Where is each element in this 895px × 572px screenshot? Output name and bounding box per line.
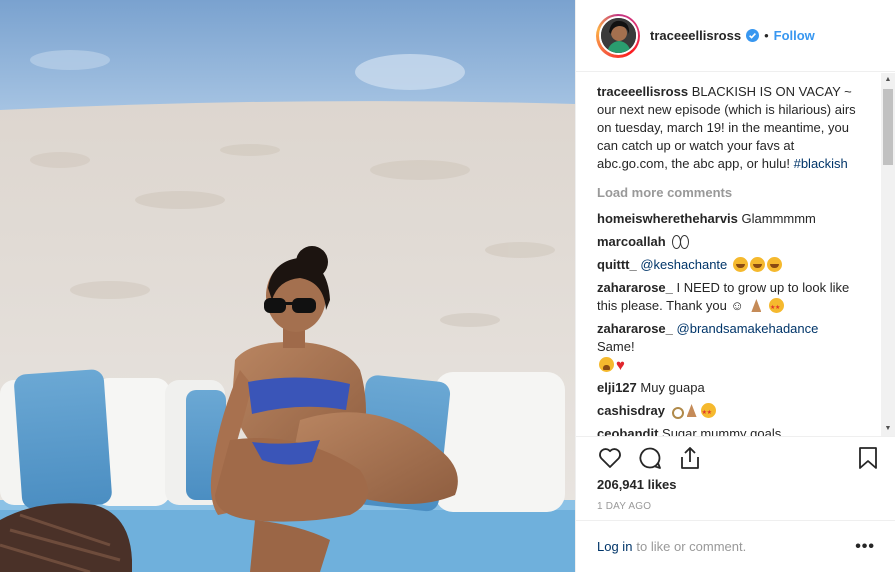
eyes-emoji-icon <box>671 234 690 249</box>
comment-item: elji127 Muy guapa <box>597 379 858 397</box>
comment-text: Muy guapa <box>640 380 705 395</box>
bookmark-icon[interactable] <box>855 445 881 471</box>
comment-username-link[interactable]: elji127 <box>597 380 637 395</box>
post-photo[interactable] <box>0 0 575 572</box>
comment-item: zahararose_ I NEED to grow up to look li… <box>597 279 858 317</box>
scrollbar-thumb[interactable] <box>883 89 893 165</box>
load-more-comments-button[interactable]: Load more comments <box>597 185 858 200</box>
like-count[interactable]: 206,941 likes <box>597 477 875 492</box>
comment-username-link[interactable]: homeiswheretheharvis <box>597 211 738 226</box>
praying-hands-emoji-icon <box>685 403 699 418</box>
post-caption: traceeellisross BLACKISH IS ON VACAY ~ o… <box>597 83 858 173</box>
login-link[interactable]: Log in <box>597 539 632 554</box>
hashtag-link[interactable]: #blackish <box>794 156 848 171</box>
comment-username-link[interactable]: zahararose_ <box>597 321 673 336</box>
avatar-story-ring[interactable] <box>596 13 640 58</box>
star-struck-emoji-icon <box>700 403 716 422</box>
comment-item: zahararose_ @brandsamakehadance Same! ♥ <box>597 320 858 374</box>
weary-emoji-icon <box>599 357 614 372</box>
scroll-down-arrow-icon[interactable]: ▼ <box>881 422 895 436</box>
heart-icon[interactable] <box>597 445 623 471</box>
more-options-icon[interactable]: ••• <box>855 538 875 556</box>
post-header: traceeellisross • Follow <box>576 0 895 72</box>
comment-text: Glammmmm <box>741 211 816 226</box>
verified-badge-icon <box>746 29 760 42</box>
comment-item: marcoallah <box>597 233 858 251</box>
comment-item: cashisdray <box>597 402 858 422</box>
post-timestamp[interactable]: 1 DAY AGO <box>597 501 875 512</box>
share-icon[interactable] <box>677 445 703 471</box>
instagram-post-dialog: traceeellisross • Follow traceeellisross… <box>0 0 895 572</box>
laughing-emoji-icon <box>749 257 765 272</box>
comment-text: Same! <box>597 339 635 354</box>
post-actions: 206,941 likes 1 DAY AGO <box>576 436 895 520</box>
action-icon-row <box>597 437 877 479</box>
comment-item: homeiswheretheharvis Glammmmm <box>597 210 858 228</box>
comment-icon[interactable] <box>637 445 663 471</box>
follow-button[interactable]: Follow <box>774 28 815 43</box>
laughing-emoji-icon <box>732 257 748 272</box>
header-separator-dot: • <box>764 28 769 43</box>
caption-username-link[interactable]: traceeellisross <box>597 84 688 99</box>
scroll-up-arrow-icon[interactable]: ▲ <box>881 73 895 87</box>
comment-username-link[interactable]: ceobandit <box>597 426 658 436</box>
star-struck-emoji-icon <box>768 298 784 317</box>
comment-mention-link[interactable]: @brandsamakehadance <box>677 321 819 336</box>
avatar[interactable] <box>598 16 638 55</box>
login-footer: Log in to like or comment. ••• <box>576 520 895 572</box>
login-prompt-text: to like or comment. <box>636 539 747 554</box>
comment-mention-link[interactable]: @keshachante <box>640 257 727 272</box>
photo-image <box>0 0 575 572</box>
comment-username-link[interactable]: marcoallah <box>597 234 666 249</box>
comment-username-link[interactable]: zahararose_ <box>597 280 673 295</box>
post-sidebar: traceeellisross • Follow traceeellisross… <box>575 0 895 572</box>
laughing-emoji-icon <box>766 257 782 272</box>
header-username-link[interactable]: traceeellisross <box>650 28 741 43</box>
comment-username-link[interactable]: cashisdray <box>597 403 665 418</box>
comments-scrollbar[interactable]: ▲ ▼ <box>881 73 895 436</box>
comment-text: Sugar mummy goals <box>662 426 782 436</box>
avatar-image <box>600 18 636 53</box>
comments-list[interactable]: traceeellisross BLACKISH IS ON VACAY ~ o… <box>576 73 895 436</box>
comment-username-link[interactable]: quittt_ <box>597 257 637 272</box>
praying-hands-emoji-icon <box>749 298 763 313</box>
red-heart-emoji-icon: ♥ <box>616 357 625 374</box>
comment-item: quittt_ @keshachante <box>597 256 858 274</box>
ring-emoji-icon <box>671 403 684 419</box>
comment-item: ceobandit Sugar mummy goals <box>597 425 858 436</box>
